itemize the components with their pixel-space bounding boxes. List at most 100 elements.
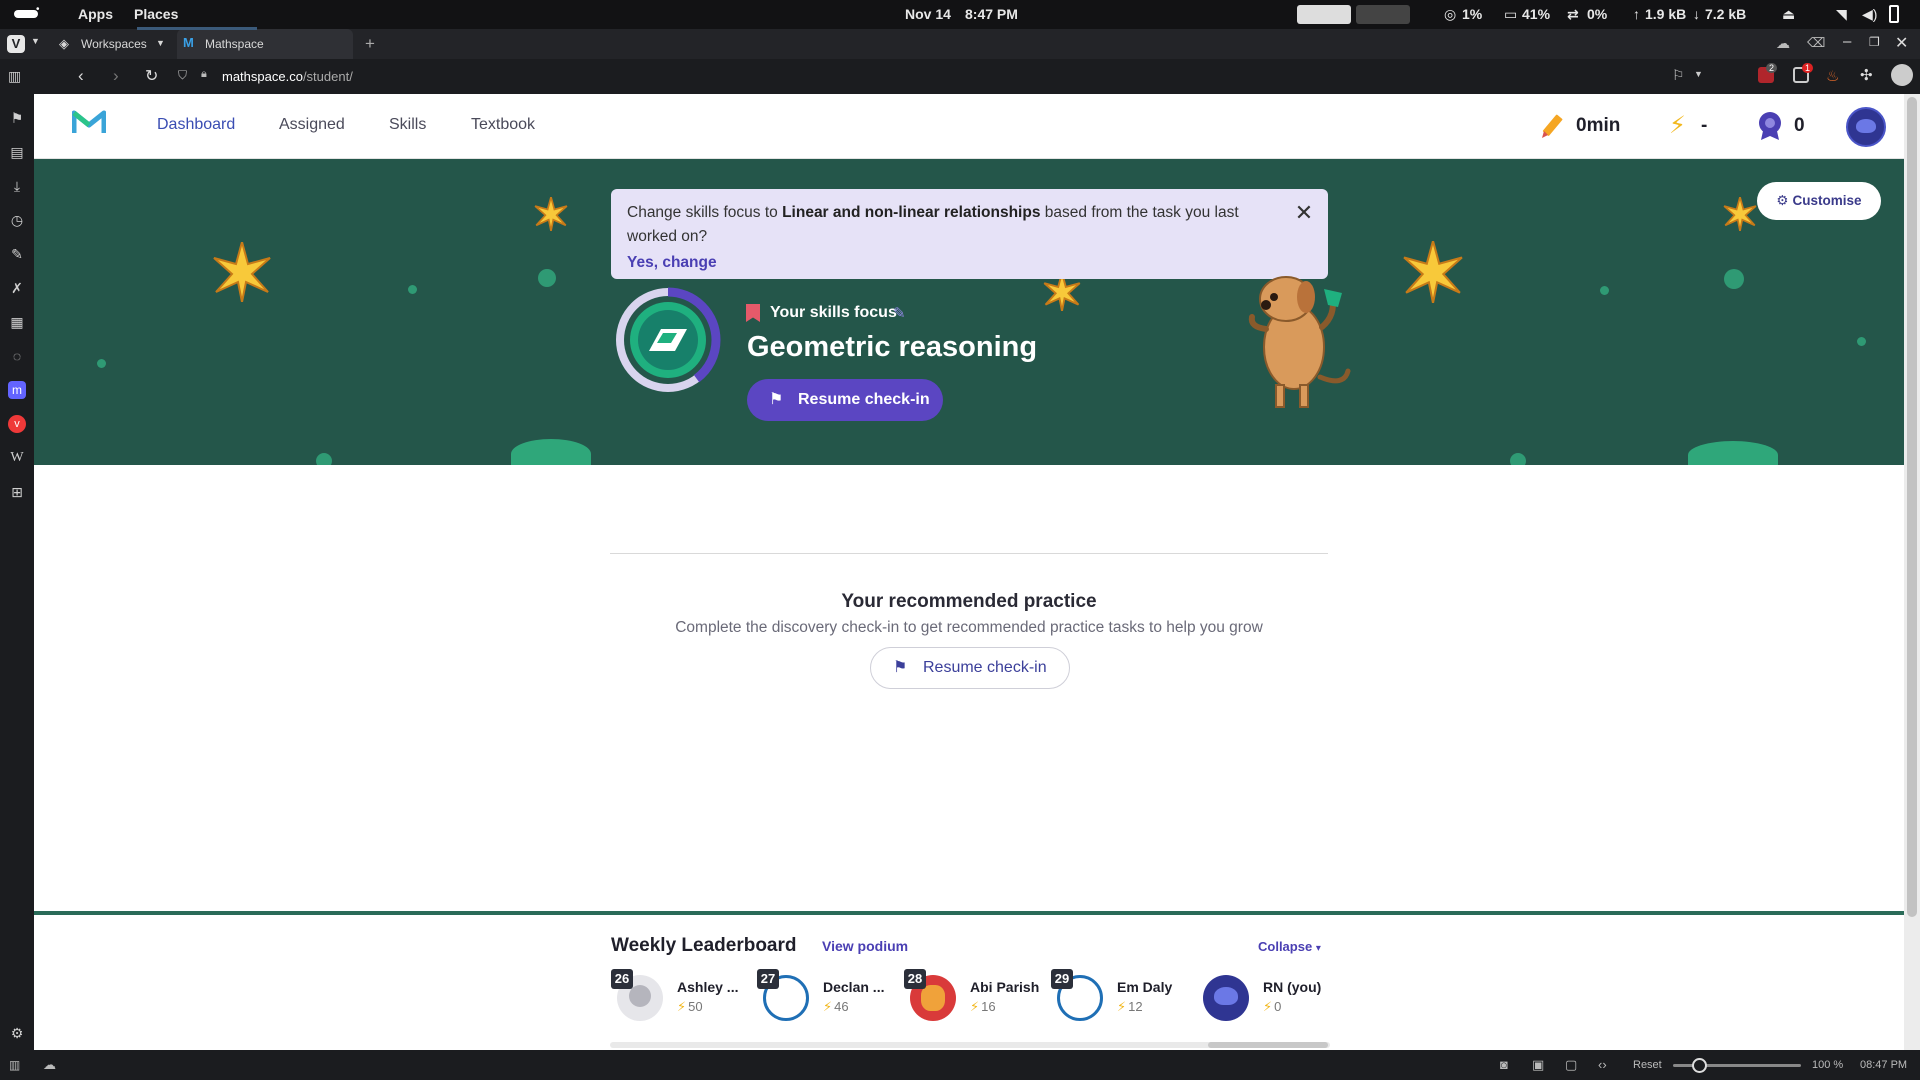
cloud-icon[interactable]: ☁ bbox=[43, 1057, 56, 1073]
back-icon[interactable]: ‹ bbox=[78, 66, 84, 86]
badge-icon bbox=[1759, 112, 1781, 140]
leaderboard-entry[interactable]: 26 Ashley ... ⚡ 50 bbox=[611, 969, 771, 1024]
scrollbar-thumb[interactable] bbox=[1208, 1042, 1328, 1048]
places-menu[interactable]: Places bbox=[134, 6, 178, 22]
downloads-icon[interactable]: ⤓ bbox=[8, 177, 26, 195]
leaderboard-entry[interactable]: 27 Declan ... ⚡ 46 bbox=[757, 969, 917, 1024]
extensions-puzzle-icon[interactable]: ✣ bbox=[1860, 66, 1873, 84]
activities-icon[interactable] bbox=[14, 10, 38, 18]
shield-icon[interactable]: ⛉ bbox=[178, 68, 187, 83]
nav-dashboard[interactable]: Dashboard bbox=[157, 116, 235, 134]
settings-gear-icon[interactable]: ⚙ bbox=[8, 1024, 26, 1042]
zoom-slider-handle[interactable] bbox=[1692, 1058, 1707, 1073]
battery-level: 41% bbox=[1522, 6, 1551, 22]
resume-check-in-button[interactable]: ⚑ Resume check-in bbox=[747, 379, 943, 421]
apps-menu[interactable]: Apps bbox=[78, 6, 113, 22]
leaderboard-entry[interactable]: 29 Em Daly ⚡ 12 bbox=[1051, 969, 1211, 1024]
workspaces-icon: ◈ bbox=[59, 36, 69, 51]
leaderboard-entry[interactable]: 28 Abi Parish ⚡ 16 bbox=[904, 969, 1064, 1024]
vivaldi-menu-icon[interactable]: V bbox=[7, 35, 25, 53]
close-icon[interactable]: ✕ bbox=[1294, 202, 1314, 224]
leaderboard-horizontal-scrollbar[interactable] bbox=[610, 1042, 1330, 1048]
image-icon[interactable]: ▣ bbox=[1532, 1057, 1544, 1073]
chevron-down-icon[interactable]: ▼ bbox=[31, 36, 40, 46]
leaderboard-entry-you[interactable]: RN (you) ⚡ 0 bbox=[1197, 969, 1357, 1024]
system-date[interactable]: Nov 14 bbox=[905, 6, 951, 22]
volume-icon[interactable]: ◀) bbox=[1862, 6, 1877, 23]
chat-icon[interactable]: ◌ bbox=[8, 347, 26, 365]
user-avatar[interactable] bbox=[1846, 107, 1886, 147]
leaderboard-score-value: 16 bbox=[981, 999, 996, 1014]
nav-textbook[interactable]: Textbook bbox=[471, 116, 535, 134]
profile-avatar-icon[interactable] bbox=[1891, 64, 1913, 86]
nav-skills[interactable]: Skills bbox=[389, 116, 426, 134]
mathspace-logo[interactable] bbox=[72, 109, 106, 135]
minimize-icon[interactable]: – bbox=[1843, 33, 1851, 50]
collapse-button[interactable]: Collapse ▾ bbox=[1258, 939, 1321, 954]
battery-icon[interactable] bbox=[1889, 5, 1899, 23]
resume-check-in-secondary-button[interactable]: ⚑ Resume check-in bbox=[870, 647, 1070, 689]
mastodon-icon[interactable]: m bbox=[8, 381, 26, 399]
url-host: mathspace.co bbox=[222, 69, 303, 84]
workspace-indicator-1[interactable] bbox=[1297, 5, 1351, 24]
tab-load-indicator bbox=[137, 27, 257, 30]
zoom-reset-button[interactable]: Reset bbox=[1633, 1059, 1662, 1071]
resume-check-in-label: Resume check-in bbox=[798, 391, 930, 408]
eject-icon[interactable]: ⏏ bbox=[1782, 6, 1795, 23]
workspaces-chevron-icon[interactable]: ▼ bbox=[156, 38, 165, 48]
fox-extension-icon[interactable]: ♨ bbox=[1826, 67, 1839, 85]
scrollbar-thumb[interactable] bbox=[1907, 97, 1917, 917]
streak-count[interactable]: - bbox=[1701, 115, 1707, 137]
tab-mathspace[interactable]: M Mathspace bbox=[177, 29, 353, 59]
workspace-indicator-2[interactable] bbox=[1356, 5, 1410, 24]
camera-icon[interactable]: ◙ bbox=[1500, 1057, 1508, 1072]
reading-list-icon[interactable]: ▤ bbox=[8, 143, 26, 161]
reload-icon[interactable]: ↻ bbox=[145, 66, 158, 86]
browser-side-panel: ⚑ ▤ ⤓ ◷ ✎ ✗ ▦ ◌ m v W ⊞ ⚙ bbox=[0, 94, 34, 1050]
new-tab-icon[interactable]: + bbox=[365, 34, 375, 54]
bookmark-dropdown-icon[interactable]: ▼ bbox=[1694, 69, 1703, 79]
edit-pencil-icon[interactable]: ✎ bbox=[893, 304, 906, 322]
time-spent[interactable]: 0min bbox=[1576, 115, 1620, 137]
badge-count[interactable]: 0 bbox=[1794, 115, 1805, 137]
upload-rate: 1.9 kB bbox=[1645, 6, 1687, 22]
dog-avatar-icon bbox=[921, 985, 945, 1011]
add-panel-icon[interactable]: ⊞ bbox=[8, 483, 26, 501]
yes-change-link[interactable]: Yes, change bbox=[627, 254, 717, 271]
tiling-icon[interactable]: ▢ bbox=[1565, 1057, 1577, 1073]
panel-toggle-icon[interactable]: ▥ bbox=[9, 1058, 20, 1072]
forward-icon[interactable]: › bbox=[113, 66, 119, 86]
maximize-icon[interactable]: ❐ bbox=[1869, 35, 1880, 49]
cat-avatar-icon bbox=[1214, 987, 1238, 1005]
cloud-sync-icon[interactable]: ☁ bbox=[1776, 35, 1790, 52]
trash-icon[interactable]: ⌫ bbox=[1807, 35, 1825, 51]
bookmarks-panel-icon[interactable]: ⚑ bbox=[8, 109, 26, 127]
zoom-level[interactable]: 100 % bbox=[1812, 1059, 1843, 1071]
history-icon[interactable]: ◷ bbox=[8, 211, 26, 229]
decor-dot bbox=[408, 285, 417, 294]
leaderboard-title: Weekly Leaderboard bbox=[611, 935, 797, 956]
lock-icon[interactable]: 🔒︎ bbox=[201, 68, 207, 81]
page-vertical-scrollbar[interactable] bbox=[1904, 94, 1920, 1050]
view-podium-link[interactable]: View podium bbox=[822, 938, 908, 954]
close-window-icon[interactable]: ✕ bbox=[1895, 33, 1908, 53]
code-icon[interactable]: ‹› bbox=[1598, 1057, 1607, 1072]
panel-toggle-icon[interactable]: ▥ bbox=[8, 68, 21, 85]
system-time[interactable]: 8:47 PM bbox=[965, 6, 1018, 22]
nav-assigned[interactable]: Assigned bbox=[279, 116, 345, 134]
workspaces-button[interactable]: Workspaces bbox=[81, 37, 147, 51]
wikipedia-icon[interactable]: W bbox=[8, 449, 26, 467]
notes-icon[interactable]: ✎ bbox=[8, 245, 26, 263]
avatar-face-icon bbox=[1856, 119, 1876, 133]
decor-dot bbox=[1510, 453, 1526, 465]
calendar-icon[interactable]: ▦ bbox=[8, 313, 26, 331]
mathspace-favicon-icon: M bbox=[183, 35, 194, 50]
bookmark-icon[interactable]: ⚐ bbox=[1672, 67, 1685, 84]
translate-icon[interactable]: ✗ bbox=[8, 279, 26, 297]
customise-button[interactable]: ⚙ Customise bbox=[1757, 182, 1881, 220]
browser-tab-bar: V ▼ ◈ Workspaces ▼ M Mathspace + ☁ ⌫ – ❐… bbox=[0, 27, 1920, 59]
wifi-icon[interactable]: ◥ bbox=[1836, 6, 1847, 23]
url-field[interactable]: mathspace.co/student/ bbox=[222, 69, 353, 84]
skill-progress-ring[interactable] bbox=[611, 283, 725, 397]
vivaldi-icon[interactable]: v bbox=[8, 415, 26, 433]
